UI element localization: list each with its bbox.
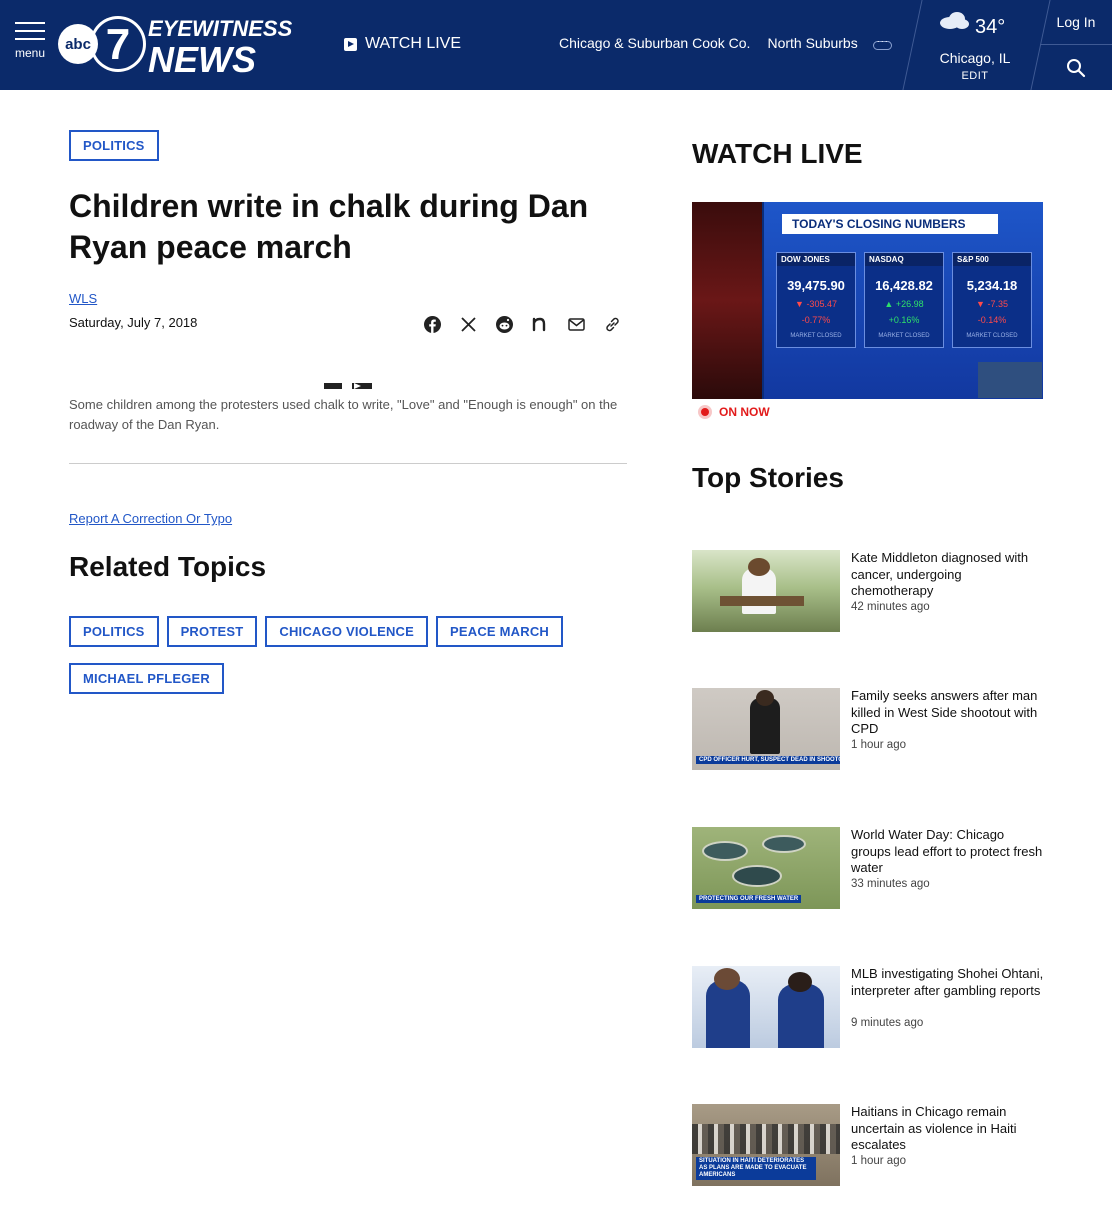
login-button[interactable]: Log In xyxy=(1040,0,1112,45)
story-title[interactable]: Kate Middleton diagnosed with cancer, un… xyxy=(851,550,1045,600)
svg-text:abc: abc xyxy=(65,36,91,53)
story-thumbnail xyxy=(692,550,840,632)
index-nasdaq: NASDAQ 16,428.82 ▲ +26.98 +0.16% MARKET … xyxy=(864,252,944,348)
stock-ticker-graphic xyxy=(692,202,762,399)
region-nav: Chicago & Suburban Cook Co. North Suburb… xyxy=(559,35,892,51)
svg-text:NEWS: NEWS xyxy=(148,39,256,78)
nav-north-suburbs[interactable]: North Suburbs xyxy=(767,35,857,51)
category-tag[interactable]: POLITICS xyxy=(69,130,159,161)
related-topics-title: Related Topics xyxy=(69,551,267,582)
story-title[interactable]: Family seeks answers after man killed in… xyxy=(851,688,1045,738)
related-tag-protest[interactable]: PROTEST xyxy=(166,616,258,647)
byline-link[interactable]: WLS xyxy=(69,291,97,306)
menu-button[interactable]: menu xyxy=(12,22,48,62)
carousel-indicator[interactable] xyxy=(324,383,342,389)
on-now-indicator: ON NOW xyxy=(698,405,770,419)
reddit-icon[interactable] xyxy=(494,314,514,334)
related-tag-peace-march[interactable]: PEACE MARCH xyxy=(436,616,563,647)
story-item[interactable]: PROTECTING OUR FRESH WATER World Water D… xyxy=(692,827,1043,911)
top-stories-title: Top Stories xyxy=(692,462,844,493)
story-item[interactable]: MLB investigating Shohei Ohtani, interpr… xyxy=(692,966,1043,1050)
weather-city: Chicago, IL xyxy=(939,50,1011,66)
story-item[interactable]: CPD OFFICER HURT, SUSPECT DEAD IN SHOOTO… xyxy=(692,688,1043,772)
down-arrow-icon: ▼ xyxy=(976,299,988,309)
story-time: 1 hour ago xyxy=(851,739,906,751)
share-bar xyxy=(422,314,638,334)
story-thumbnail: SITUATION IN HAITI DETERIORATES AS PLANS… xyxy=(692,1104,840,1186)
story-item[interactable]: Kate Middleton diagnosed with cancer, un… xyxy=(692,550,1043,634)
site-header: menu 7 abc EYEWITNESS NEWS WATCH LIVE Ch… xyxy=(0,0,1112,90)
svg-text:7: 7 xyxy=(106,20,130,69)
watch-live-title: WATCH LIVE xyxy=(692,138,863,169)
story-title[interactable]: World Water Day: Chicago groups lead eff… xyxy=(851,827,1045,877)
related-tag-chicago-violence[interactable]: CHICAGO VIOLENCE xyxy=(265,616,429,647)
play-icon xyxy=(344,37,357,51)
search-button[interactable] xyxy=(1040,46,1112,90)
x-icon[interactable] xyxy=(458,314,478,334)
email-icon[interactable] xyxy=(566,314,586,334)
divider xyxy=(69,463,627,464)
link-icon[interactable] xyxy=(602,314,622,334)
story-item[interactable]: SITUATION IN HAITI DETERIORATES AS PLANS… xyxy=(692,1104,1043,1188)
story-time: 9 minutes ago xyxy=(851,1017,924,1029)
search-icon xyxy=(1067,59,1086,78)
hamburger-icon xyxy=(15,22,45,24)
related-tag-politics[interactable]: POLITICS xyxy=(69,616,159,647)
down-arrow-icon: ▼ xyxy=(795,299,807,309)
menu-label: menu xyxy=(14,46,46,60)
story-time: 33 minutes ago xyxy=(851,878,930,890)
story-thumbnail: PROTECTING OUR FRESH WATER xyxy=(692,827,840,909)
image-caption: Some children among the protesters used … xyxy=(69,397,618,432)
live-dot-icon xyxy=(698,405,712,419)
weather-temp: 34° xyxy=(975,16,1006,38)
index-sp500: S&P 500 5,234.18 ▼ -7.35 -0.14% MARKET C… xyxy=(952,252,1032,348)
report-correction-link[interactable]: Report A Correction Or Typo xyxy=(69,511,232,526)
live-video-player[interactable]: TODAY'S CLOSING NUMBERS DOW JONES 39,475… xyxy=(692,202,1043,399)
abc7-eyewitness-news-logo[interactable]: 7 abc EYEWITNESS NEWS xyxy=(56,12,292,78)
watch-live-link[interactable]: WATCH LIVE xyxy=(344,35,461,53)
nav-chicago-suburban-cook[interactable]: Chicago & Suburban Cook Co. xyxy=(559,35,750,51)
cloud-icon xyxy=(940,12,969,29)
nextdoor-icon[interactable] xyxy=(530,314,550,334)
article-headline: Children write in chalk during Dan Ryan … xyxy=(69,188,589,265)
story-thumbnail xyxy=(692,966,840,1048)
story-chyron: CPD OFFICER HURT, SUSPECT DEAD IN SHOOTO… xyxy=(696,756,840,764)
story-thumbnail: CPD OFFICER HURT, SUSPECT DEAD IN SHOOTO… xyxy=(692,688,840,770)
related-tag-michael-pfleger[interactable]: MICHAEL PFLEGER xyxy=(69,663,224,694)
closing-numbers-banner: TODAY'S CLOSING NUMBERS xyxy=(782,214,998,234)
story-time: 42 minutes ago xyxy=(851,601,930,613)
weather-edit[interactable]: EDIT xyxy=(930,70,1020,82)
index-dow-jones: DOW JONES 39,475.90 ▼ -305.47 -0.77% MAR… xyxy=(776,252,856,348)
story-title[interactable]: Haitians in Chicago remain uncertain as … xyxy=(851,1104,1045,1154)
facebook-icon[interactable] xyxy=(422,314,442,334)
story-title[interactable]: MLB investigating Shohei Ohtani, interpr… xyxy=(851,966,1045,999)
svg-text:EYEWITNESS: EYEWITNESS xyxy=(148,16,292,41)
carousel-next-icon[interactable] xyxy=(352,383,372,389)
station-bug-icon xyxy=(978,362,1042,398)
article-date: Saturday, July 7, 2018 xyxy=(69,315,198,330)
more-icon[interactable] xyxy=(872,36,892,50)
story-chyron: PROTECTING OUR FRESH WATER xyxy=(696,895,802,903)
header-divider xyxy=(902,0,923,90)
weather-widget[interactable]: 34° Chicago, IL EDIT xyxy=(930,6,1020,86)
up-arrow-icon: ▲ xyxy=(884,299,896,309)
related-tags: POLITICS PROTEST CHICAGO VIOLENCE PEACE … xyxy=(69,616,629,710)
story-time: 1 hour ago xyxy=(851,1155,906,1167)
carousel-controls xyxy=(324,383,372,389)
story-chyron: SITUATION IN HAITI DETERIORATES AS PLANS… xyxy=(696,1157,816,1180)
